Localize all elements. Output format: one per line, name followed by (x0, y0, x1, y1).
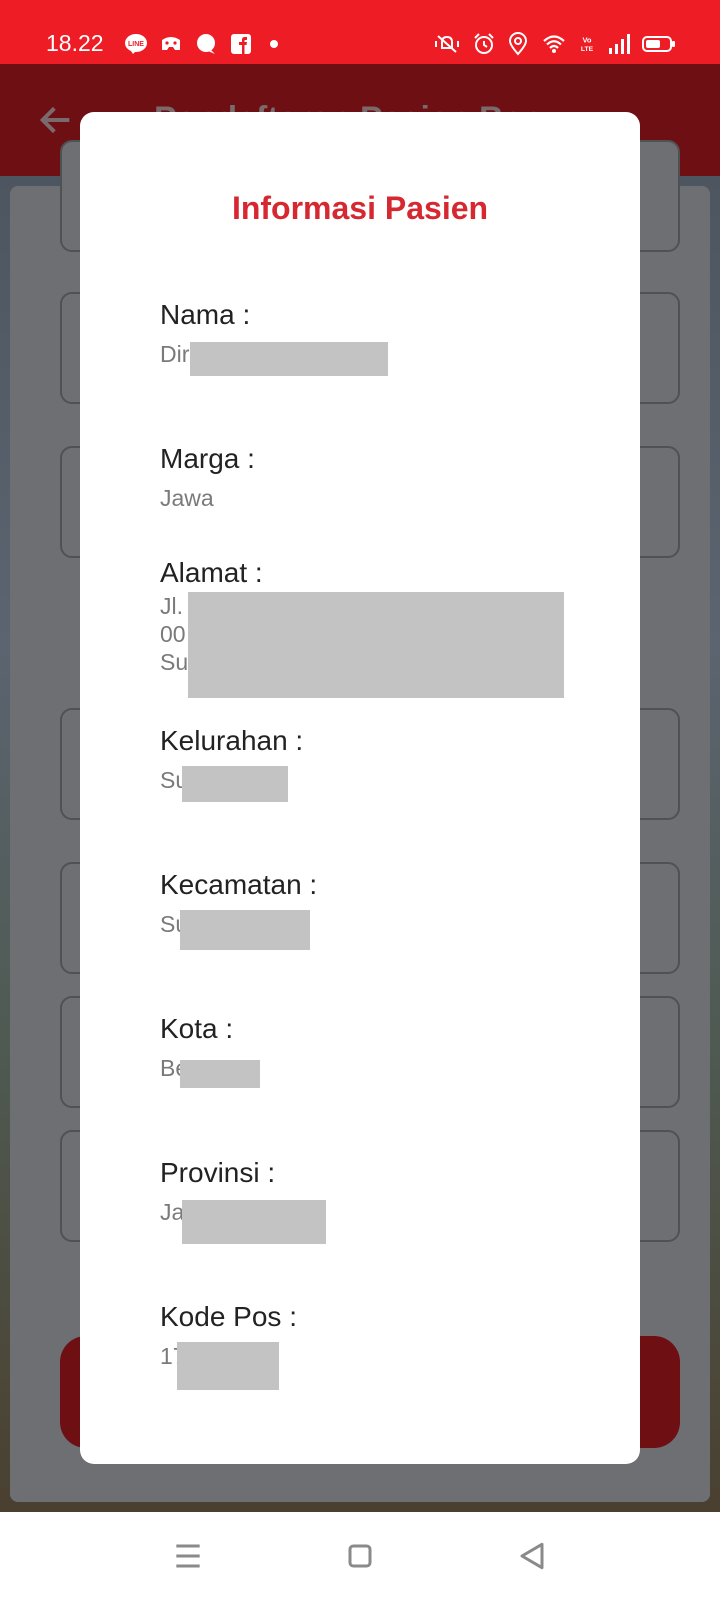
field-marga: Marga : Jawa (160, 442, 580, 512)
field-label: Provinsi : (160, 1157, 276, 1188)
redaction-block (180, 1060, 260, 1088)
dialog-title: Informasi Pasien (231, 190, 489, 226)
field-value: Jawa (160, 485, 214, 511)
svg-text:Vo: Vo (582, 36, 591, 45)
redaction-block (182, 1200, 326, 1244)
field-label: Kode Pos : (160, 1301, 297, 1332)
location-icon (508, 32, 528, 56)
field-label: Kelurahan : (160, 725, 304, 756)
field-label: Kecamatan : (160, 869, 318, 900)
menu-icon[interactable] (168, 1536, 208, 1576)
svg-text:LINE: LINE (128, 41, 144, 48)
back-triangle-icon[interactable] (512, 1536, 552, 1576)
battery-icon (642, 36, 675, 52)
alarm-icon (474, 33, 494, 54)
status-system-icons: Vo LTE (432, 32, 676, 56)
redaction-block (188, 592, 564, 698)
home-icon[interactable] (340, 1536, 380, 1576)
redaction-block (190, 342, 388, 376)
line-icon: LINE (125, 34, 147, 54)
redaction-block (180, 910, 310, 950)
mute-vibrate-icon (435, 35, 459, 53)
status-time: 18.22 (46, 30, 104, 56)
chat-bubble-icon (197, 34, 215, 54)
game-icon (162, 37, 180, 50)
svg-text:LTE: LTE (581, 46, 594, 53)
system-nav-bar (0, 1512, 720, 1600)
facebook-icon (231, 34, 251, 54)
field-label: Nama : (160, 299, 251, 330)
wifi-icon (543, 35, 565, 53)
status-app-icons: LINE (124, 32, 278, 56)
patient-info-dialog: Informasi Pasien Nama : Dir Marga : Jawa… (80, 112, 640, 1464)
redaction-block (182, 766, 288, 802)
back-arrow-icon[interactable] (36, 100, 76, 140)
redaction-block (177, 1342, 279, 1390)
notification-dot (270, 40, 278, 48)
field-label: Alamat : (160, 557, 263, 588)
volte-icon: VoLTE (581, 36, 594, 53)
field-label: Kota : (160, 1013, 234, 1044)
field-label: Marga : (160, 443, 255, 474)
signal-icon (609, 34, 630, 54)
status-bar: 18.22 LINE Vo LTE (0, 0, 720, 64)
